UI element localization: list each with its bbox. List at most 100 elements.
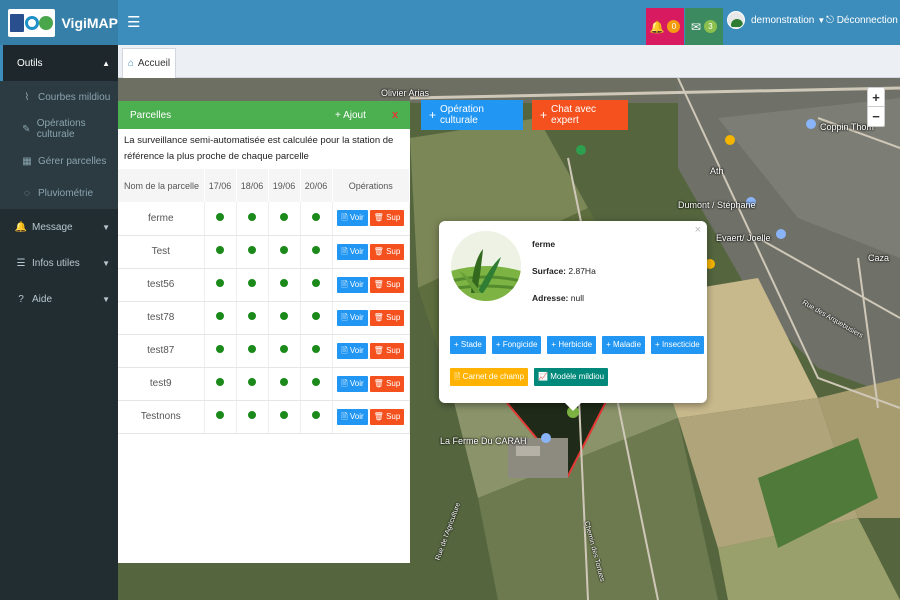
- operation-culturale-button[interactable]: + Opération culturale: [421, 100, 523, 130]
- voir-button[interactable]: 🗎 Voir: [337, 375, 368, 392]
- button-label: Sup: [386, 213, 401, 223]
- button-label: Sup: [386, 378, 401, 388]
- status-cell: [300, 235, 333, 269]
- status-cell: [204, 400, 237, 434]
- button-label: Stade: [460, 340, 482, 349]
- button-label: Sup: [386, 312, 401, 322]
- zoom-in-button[interactable]: +: [868, 88, 884, 107]
- trash-icon: 🗑: [373, 378, 384, 388]
- voir-button[interactable]: 🗎 Voir: [337, 408, 368, 425]
- trash-icon: 🗑: [373, 411, 384, 421]
- sup-button[interactable]: 🗑 Sup: [369, 210, 405, 227]
- column-header: 17/06: [204, 169, 237, 202]
- status-cell: [236, 334, 269, 368]
- user-menu[interactable]: demonstration ▼: [727, 11, 825, 29]
- sidebar-item-operations-culturale[interactable]: ✎ Opérations culturale: [0, 113, 118, 145]
- operations-cell: 🗎 Voir 🗑 Sup: [332, 400, 410, 434]
- sup-button[interactable]: 🗑 Sup: [369, 342, 405, 359]
- voir-button[interactable]: 🗎 Voir: [337, 210, 368, 227]
- sidebar-item-message[interactable]: 🔔 Message ▼: [0, 209, 118, 245]
- popup-info: ferme Surface: 2.87Ha Adresse: null: [532, 239, 596, 320]
- surface-value: 2.87Ha: [568, 266, 596, 276]
- sidebar-item-pluviometrie[interactable]: ◌ Pluviométrie: [0, 177, 118, 209]
- voir-button[interactable]: 🗎 Voir: [337, 342, 368, 359]
- table-row: Testnons 🗎 Voir 🗑 Sup: [118, 400, 410, 434]
- tab-accueil[interactable]: ⌂ Accueil: [122, 48, 176, 78]
- voir-button[interactable]: 🗎 Voir: [337, 276, 368, 293]
- map-label: Olivier Arias: [381, 88, 430, 98]
- operations-cell: 🗎 Voir 🗑 Sup: [332, 202, 410, 236]
- sidebar-item-gerer-parcelles[interactable]: ▦ Gérer parcelles: [0, 145, 118, 177]
- trash-icon: 🗑: [373, 246, 384, 256]
- sup-button[interactable]: 🗑 Sup: [369, 309, 405, 326]
- voir-button[interactable]: 🗎 Voir: [337, 243, 368, 260]
- plus-icon: +: [551, 340, 557, 349]
- button-label: Sup: [386, 345, 401, 355]
- close-icon[interactable]: ×: [695, 224, 701, 236]
- map-icon: ▦: [22, 155, 32, 167]
- status-dot-icon: [312, 378, 320, 386]
- file-icon: 🗎: [454, 372, 461, 381]
- sidebar-item-aide[interactable]: ? Aide ▼: [0, 281, 118, 317]
- sidebar-item-label: Aide: [32, 293, 53, 305]
- status-cell: [300, 400, 333, 434]
- notifications-button[interactable]: 🔔 0: [646, 8, 684, 45]
- popup-action-insecticide-button[interactable]: + Insecticide: [651, 336, 704, 354]
- question-icon: ?: [18, 293, 24, 305]
- status-cell: [300, 334, 333, 368]
- voir-button[interactable]: 🗎 Voir: [337, 309, 368, 326]
- chat-expert-button[interactable]: + Chat avec expert: [532, 100, 628, 130]
- messages-badge: 3: [704, 20, 718, 33]
- caret-down-icon: ▼: [102, 294, 110, 304]
- popup-action-maladie-button[interactable]: + Maladie: [602, 336, 646, 354]
- zoom-out-button[interactable]: −: [868, 107, 884, 126]
- sup-button[interactable]: 🗑 Sup: [369, 243, 405, 260]
- trash-icon: 🗑: [373, 279, 384, 289]
- button-label: Herbicide: [558, 340, 593, 349]
- logout-link[interactable]: ⎋ Déconnection: [826, 15, 898, 26]
- carnet-de-champ-button[interactable]: 🗎 Carnet de champ: [450, 368, 529, 386]
- caret-down-icon: ▼: [102, 222, 110, 232]
- sup-button[interactable]: 🗑 Sup: [369, 375, 405, 392]
- sidebar-item-courbes-mildiou[interactable]: ⌇ Courbes mildiou: [0, 81, 118, 113]
- plus-icon: +: [335, 109, 341, 121]
- messages-button[interactable]: ✉ 3: [685, 8, 723, 45]
- status-cell: [204, 268, 237, 302]
- caret-up-icon: ▲: [102, 58, 110, 68]
- parcelle-name-cell: test78: [118, 301, 205, 335]
- map-label: Dumont / Stéphane: [678, 200, 756, 210]
- status-dot-icon: [216, 212, 224, 221]
- modele-mildiou-button[interactable]: 📈 Modèle mildiou: [534, 368, 609, 386]
- operations-cell: 🗎 Voir 🗑 Sup: [332, 268, 410, 302]
- status-dot-icon: [216, 312, 224, 320]
- status-cell: [268, 301, 301, 335]
- button-label: Voir: [349, 312, 364, 322]
- popup-action-stade-button[interactable]: + Stade: [450, 336, 486, 354]
- status-cell: [268, 235, 301, 269]
- status-dot-icon: [216, 246, 224, 254]
- add-parcelle-button[interactable]: + Ajout: [335, 110, 366, 121]
- menu-toggle-icon[interactable]: ☰: [127, 13, 140, 31]
- status-dot-icon: [312, 312, 320, 320]
- bell-icon: 🔔: [14, 221, 28, 233]
- sidebar-item-infos-utiles[interactable]: ☰ Infos utiles ▼: [0, 245, 118, 281]
- sidebar-item-label: Opérations culturale: [36, 118, 86, 140]
- brand[interactable]: VigiMAP: [0, 0, 118, 45]
- sup-button[interactable]: 🗑 Sup: [369, 276, 405, 293]
- status-cell: [236, 202, 269, 236]
- sup-button[interactable]: 🗑 Sup: [369, 408, 405, 425]
- close-icon[interactable]: x: [392, 109, 398, 121]
- status-dot-icon: [312, 246, 320, 254]
- status-cell: [268, 268, 301, 302]
- parcelle-name: ferme: [532, 239, 556, 249]
- status-dot-icon: [280, 378, 288, 386]
- file-icon: 🗎: [341, 345, 348, 355]
- home-icon: ⌂: [127, 58, 134, 69]
- popup-action-fongicide-button[interactable]: + Fongicide: [491, 336, 542, 354]
- sidebar-item-outils[interactable]: Outils ▲: [0, 45, 118, 81]
- column-header: Opérations: [332, 169, 410, 202]
- parcelles-table: Nom de la parcelle 17/06 18/06 19/06 20/…: [118, 169, 410, 434]
- popup-action-herbicide-button[interactable]: + Herbicide: [547, 336, 597, 354]
- surveillance-note: La surveillance semi-automatisée est cal…: [124, 135, 394, 162]
- chart-line-icon: ⌇: [24, 91, 30, 103]
